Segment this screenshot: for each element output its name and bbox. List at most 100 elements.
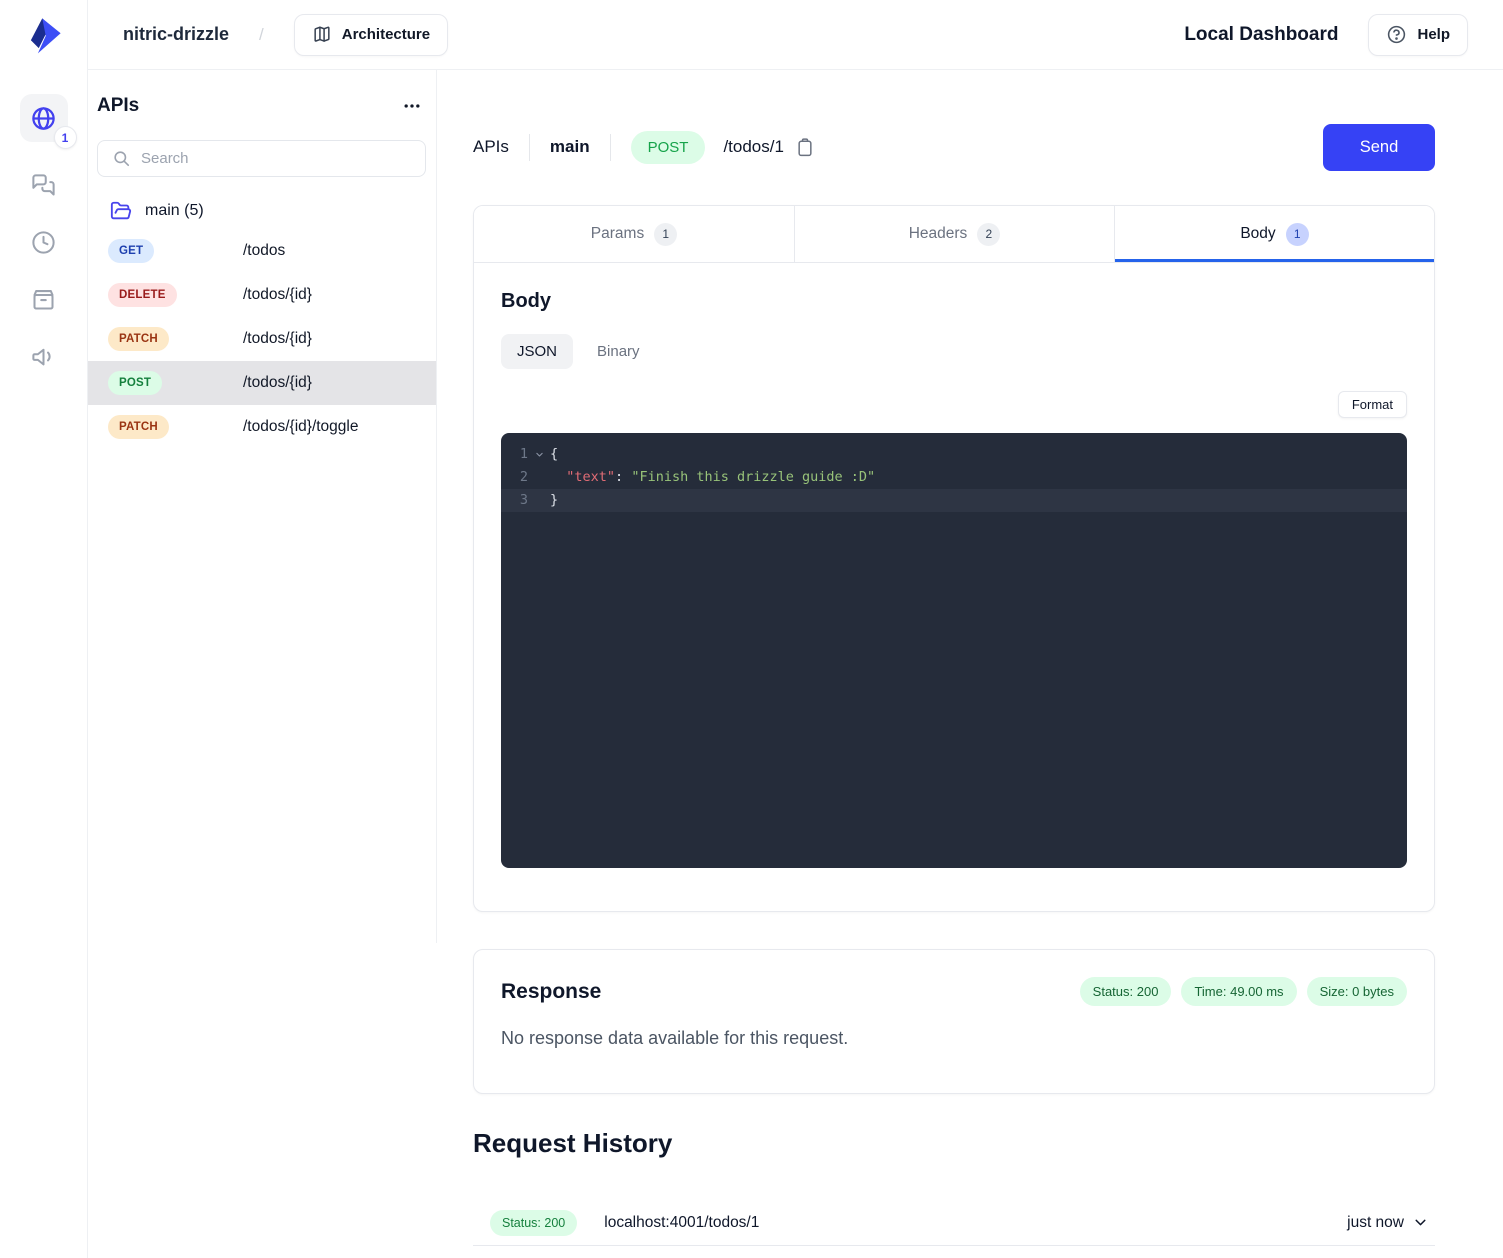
clock-icon (30, 229, 57, 256)
architecture-button[interactable]: Architecture (294, 14, 448, 56)
tab-body[interactable]: Body 1 (1114, 206, 1434, 262)
archive-icon (30, 286, 57, 313)
body-section-title: Body (501, 290, 1407, 313)
top-header: nitric-drizzle / Architecture Local Dash… (88, 0, 1503, 70)
code-string: "Finish this drizzle guide :D" (631, 466, 875, 489)
chevron-down-icon (1412, 1214, 1429, 1231)
tab-count-badge: 1 (1286, 223, 1309, 246)
method-badge: POST (108, 371, 162, 395)
editor-line-active: 3 } (501, 489, 1407, 512)
tab-label: Headers (909, 225, 968, 243)
code-indent (550, 466, 566, 489)
request-bar: APIs main POST /todos/1 Send (473, 123, 1435, 171)
request-path: /todos/1 (723, 137, 784, 157)
route-path: /todos/{id} (243, 330, 312, 348)
line-number: 3 (512, 489, 528, 512)
tab-count-badge: 2 (977, 223, 1000, 246)
chat-icon (30, 172, 57, 199)
page-title: Local Dashboard (1184, 24, 1338, 46)
architecture-label: Architecture (342, 26, 430, 43)
request-card: Params 1 Headers 2 Body 1 Body (473, 205, 1435, 912)
method-badge: PATCH (108, 327, 169, 351)
mode-json-button[interactable]: JSON (501, 334, 573, 369)
tab-params[interactable]: Params 1 (474, 206, 794, 262)
sidebar-item-apis[interactable]: 1 (20, 94, 68, 142)
sidebar-item-websockets[interactable] (20, 172, 68, 199)
route-delete-todo[interactable]: DELETE /todos/{id} (88, 273, 436, 317)
line-number: 1 (512, 443, 528, 466)
body-mode-toggle: JSON Binary (501, 334, 1407, 369)
divider (610, 134, 611, 161)
apis-count-badge: 1 (54, 126, 77, 149)
size-badge: Size: 0 bytes (1307, 977, 1407, 1006)
history-url: localhost:4001/todos/1 (604, 1214, 759, 1232)
request-history-title: Request History (473, 1128, 1435, 1159)
code-key: "text" (566, 466, 615, 489)
breadcrumb-apis: APIs (473, 137, 509, 157)
history-entry[interactable]: Status: 200 localhost:4001/todos/1 just … (473, 1200, 1435, 1246)
route-path: /todos (243, 242, 285, 260)
line-number: 2 (512, 466, 528, 489)
sidebar-item-topics[interactable] (20, 343, 68, 370)
editor-line: 2 "text": "Finish this drizzle guide :D" (501, 466, 1407, 489)
icon-rail: 1 (0, 0, 88, 1258)
tab-count-badge: 1 (654, 223, 677, 246)
route-patch-todo-toggle[interactable]: PATCH /todos/{id}/toggle (88, 405, 436, 449)
json-body-editor[interactable]: 1 { 2 "text": "Finish this drizzle guide… (501, 433, 1407, 868)
breadcrumb-separator: / (259, 25, 264, 45)
response-empty-message: No response data available for this requ… (501, 1028, 1407, 1049)
project-name: nitric-drizzle (123, 24, 229, 45)
search-input[interactable] (141, 150, 425, 167)
mode-binary-button[interactable]: Binary (581, 334, 656, 369)
panel-menu-button[interactable] (398, 92, 426, 120)
history-time-toggle[interactable]: just now (1347, 1214, 1429, 1232)
time-badge: Time: 49.00 ms (1181, 977, 1296, 1006)
search-icon (112, 149, 131, 168)
help-icon (1386, 24, 1407, 45)
map-icon (312, 25, 332, 45)
app-root: 1 nitric-drizzle / (0, 0, 1503, 1258)
api-group-main[interactable]: main (5) (88, 193, 436, 229)
response-badges: Status: 200 Time: 49.00 ms Size: 0 bytes (1080, 977, 1407, 1006)
request-workspace: APIs main POST /todos/1 Send (437, 70, 1503, 1258)
response-card: Response Status: 200 Time: 49.00 ms Size… (473, 949, 1435, 1094)
api-group-label: main (5) (145, 202, 204, 220)
response-section-title: Response (501, 980, 601, 1004)
tab-headers[interactable]: Headers 2 (794, 206, 1114, 262)
format-button[interactable]: Format (1338, 391, 1407, 418)
tab-label: Body (1240, 225, 1275, 243)
method-badge: DELETE (108, 283, 177, 307)
code-text: { (550, 443, 558, 466)
history-status-badge: Status: 200 (490, 1210, 577, 1236)
method-badge: GET (108, 239, 154, 263)
sidebar-item-storage[interactable] (20, 286, 68, 313)
ellipsis-icon (402, 96, 422, 116)
route-path: /todos/{id} (243, 286, 312, 304)
fold-chevron-icon[interactable] (528, 450, 550, 459)
apis-panel-title: APIs (97, 95, 139, 117)
route-path: /todos/{id}/toggle (243, 418, 359, 436)
code-separator: : (615, 466, 631, 489)
globe-icon (30, 105, 57, 132)
apis-panel: APIs main (88, 70, 437, 943)
nitric-logo-icon (23, 13, 65, 57)
folder-open-icon (110, 200, 132, 222)
route-get-todos[interactable]: GET /todos (88, 229, 436, 273)
megaphone-icon (30, 343, 57, 370)
request-method-badge: POST (631, 131, 706, 164)
code-text: } (550, 489, 558, 512)
sidebar-item-schedules[interactable] (20, 229, 68, 256)
route-patch-todo[interactable]: PATCH /todos/{id} (88, 317, 436, 361)
divider (529, 134, 530, 161)
history-time-label: just now (1347, 1214, 1404, 1232)
route-path: /todos/{id} (243, 374, 312, 392)
send-button[interactable]: Send (1323, 124, 1435, 171)
request-tabs: Params 1 Headers 2 Body 1 (474, 206, 1434, 263)
copy-path-button[interactable] (795, 137, 815, 158)
help-label: Help (1417, 26, 1450, 43)
search-box (97, 140, 426, 177)
method-badge: PATCH (108, 415, 169, 439)
editor-line: 1 { (501, 443, 1407, 466)
route-post-todo[interactable]: POST /todos/{id} (88, 361, 436, 405)
help-button[interactable]: Help (1368, 14, 1468, 56)
